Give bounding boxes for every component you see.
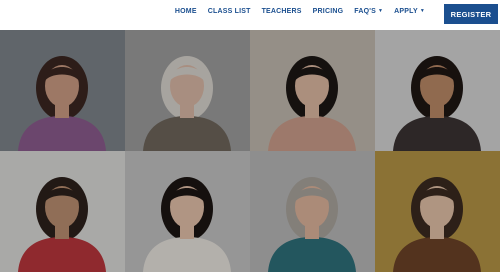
nav-teachers[interactable]: TEACHERS: [262, 8, 302, 15]
nav-label: PRICING: [312, 7, 344, 15]
nav-faqs[interactable]: FAQ'S ▼: [354, 8, 383, 15]
teacher-photo-5[interactable]: [0, 151, 125, 272]
nav-pricing[interactable]: PRICING: [313, 8, 344, 15]
nav-class-list[interactable]: CLASS LIST: [208, 8, 251, 15]
teacher-photo-2[interactable]: [125, 30, 250, 151]
nav-label: APPLY: [394, 7, 418, 15]
chevron-down-icon: ▼: [419, 7, 425, 14]
teacher-photo-3[interactable]: [250, 30, 375, 151]
teacher-photo-4[interactable]: [375, 30, 500, 151]
nav-label: TEACHERS: [261, 7, 302, 15]
nav-home[interactable]: HOME: [175, 8, 197, 15]
teacher-photo-grid: [0, 30, 500, 272]
teacher-photo-7[interactable]: [250, 151, 375, 272]
nav-label: CLASS LIST: [207, 7, 251, 15]
register-button[interactable]: REGISTER: [444, 4, 498, 24]
nav-apply[interactable]: APPLY ▼: [394, 8, 425, 15]
nav-label: FAQ'S: [354, 7, 376, 15]
site-header: HOME CLASS LIST TEACHERS PRICING FAQ'S ▼ APPLY…: [0, 0, 500, 28]
teacher-photo-6[interactable]: [125, 151, 250, 272]
teacher-photo-1[interactable]: [0, 30, 125, 151]
teacher-photo-8[interactable]: [375, 151, 500, 272]
nav-label: HOME: [174, 7, 197, 15]
main-nav: HOME CLASS LIST TEACHERS PRICING FAQ'S ▼ APPLY…: [175, 0, 425, 22]
chevron-down-icon: ▼: [377, 7, 384, 14]
